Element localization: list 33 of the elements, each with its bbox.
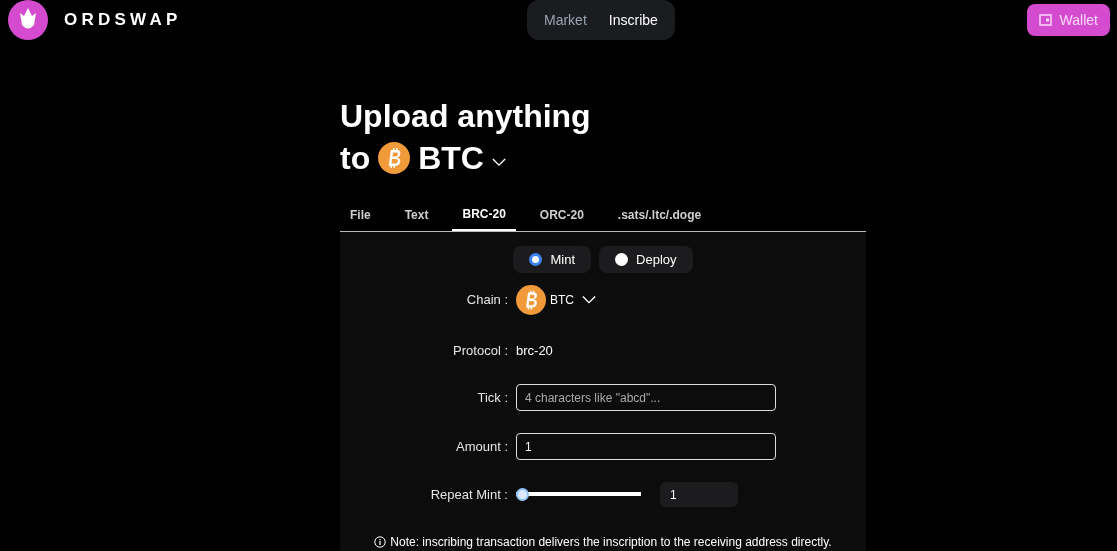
nav-tab[interactable]: Market (535, 9, 596, 31)
chain-value: BTC (550, 292, 574, 309)
protocol-value: brc-20 (516, 342, 553, 361)
bitcoin-icon (378, 142, 411, 174)
logo-icon[interactable] (8, 0, 48, 40)
field-label: Chain : (466, 291, 508, 310)
field-label: Tick : (477, 388, 508, 407)
amount-input[interactable]: 1 (516, 433, 776, 460)
field-label: Protocol : (453, 342, 508, 361)
bitcoin-icon (516, 285, 546, 315)
tab[interactable]: File (340, 199, 381, 231)
tab[interactable]: .sats/.ltc/.doge (607, 199, 712, 231)
page-title: Upload anything (340, 97, 592, 136)
wallet-icon (1038, 14, 1052, 26)
field-label: Amount : (455, 437, 508, 456)
nav-tab[interactable]: Inscribe (599, 9, 667, 31)
page-title: to (340, 139, 371, 178)
radio-icon (615, 253, 629, 266)
tab[interactable]: Text (394, 199, 439, 231)
mode-radio[interactable]: Deploy (599, 246, 693, 273)
chevron-down-icon[interactable] (582, 295, 596, 305)
radio-icon (529, 253, 543, 266)
tick-input[interactable]: 4 characters like "abcd"... (516, 384, 776, 411)
repeat-count-field[interactable]: 1 (660, 482, 738, 507)
note-text: Note: inscribing transaction delivers the inscription to the receiving address directly. (390, 534, 832, 551)
field-label: Repeat Mint : (430, 485, 508, 504)
chevron-down-icon[interactable] (491, 157, 506, 167)
page-title: BTC (418, 139, 484, 178)
info-icon (374, 536, 387, 548)
brand-name: ORDSWAP (64, 9, 182, 32)
slider-thumb[interactable] (516, 488, 529, 501)
mode-radio[interactable]: Mint (513, 246, 592, 273)
tab[interactable]: ORC-20 (529, 199, 594, 231)
